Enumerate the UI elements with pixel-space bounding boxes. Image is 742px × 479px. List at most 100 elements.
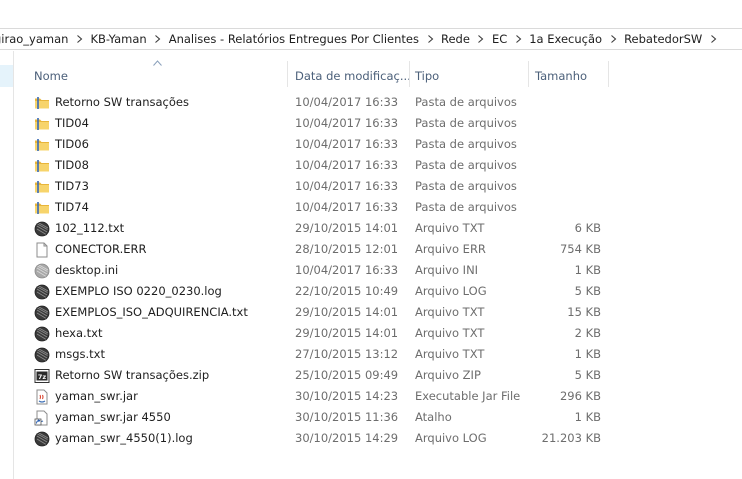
sort-ascending-icon [153,60,162,66]
zip-archive-icon: 7z [34,368,50,384]
file-row[interactable]: desktop.ini 10/04/2017 16:33 Arquivo INI 1 … [14,260,742,281]
file-type: Arquivo ERR [415,242,486,256]
file-size [527,155,601,176]
file-name-cell[interactable]: hexa.txt [34,323,288,344]
chevron-right-icon[interactable] [68,35,90,43]
chevron-right-icon[interactable] [419,35,441,43]
file-date: 10/04/2017 16:33 [295,179,399,193]
window-top-area [0,0,742,28]
dark-disc-icon [34,431,50,447]
breadcrumb-item-label: 1a Execução [529,32,603,46]
column-header-bar: Nome Data de modificaç... Tipo Tamanho [14,51,742,93]
file-name-cell[interactable]: TID74 [34,197,288,218]
breadcrumb-item[interactable]: KB-Yaman [90,29,146,49]
file-size: 6 KB [574,221,601,235]
file-size [527,92,601,113]
file-name: TID08 [55,158,89,172]
column-header-type[interactable]: Tipo [415,66,439,86]
file-type: Pasta de arquivos [415,158,517,172]
file-date: 30/10/2015 11:36 [295,410,399,424]
file-row[interactable]: yaman_swr_4550(1).log 30/10/2015 14:29 Arq… [14,428,742,449]
file-row[interactable]: yaman_swr.jar 30/10/2015 14:23 Executable … [14,386,742,407]
breadcrumb-item[interactable]: 1a Execução [529,29,602,49]
file-name-cell[interactable]: TID06 [34,134,288,155]
column-divider[interactable] [287,61,288,87]
file-name-cell[interactable]: yaman_swr.jar [34,386,288,407]
file-row[interactable]: CONECTOR.ERR 28/10/2015 12:01 Arquivo ERR 7… [14,239,742,260]
column-divider[interactable] [409,61,410,87]
shortcut-icon [34,410,50,426]
file-row[interactable]: EXEMPLOS_ISO_ADQUIRENCIA.txt 29/10/2015 1… [14,302,742,323]
file-row[interactable]: TID04 10/04/2017 16:33 Pasta de arquivos [14,113,742,134]
file-name-cell[interactable]: EXEMPLO ISO 0220_0230.log [34,281,288,302]
file-size: 5 KB [574,284,601,298]
file-name-cell[interactable]: TID73 [34,176,288,197]
file-date: 22/10/2015 10:49 [295,284,399,298]
file-name: 102_112.txt [55,221,125,235]
navigation-pane[interactable] [0,51,14,479]
dark-disc-icon [34,305,50,321]
file-date: 27/10/2015 13:12 [295,347,399,361]
column-header-size[interactable]: Tamanho [535,66,587,86]
file-name-cell[interactable]: 102_112.txt [34,218,288,239]
column-divider[interactable] [608,61,609,87]
column-header-date[interactable]: Data de modificaç... [295,66,411,86]
file-row[interactable]: TID08 10/04/2017 16:33 Pasta de arquivos [14,155,742,176]
blank-file-icon [34,242,50,258]
file-size: 21.203 KB [541,431,601,445]
file-size: 15 KB [567,305,601,319]
file-row[interactable]: TID06 10/04/2017 16:33 Pasta de arquivos [14,134,742,155]
file-name-cell[interactable]: CONECTOR.ERR [34,239,288,260]
breadcrumb-item[interactable]: girao_yaman [0,29,68,49]
file-row[interactable]: msgs.txt 27/10/2015 13:12 Arquivo TXT 1 KB [14,344,742,365]
column-header-name[interactable]: Nome [34,66,68,86]
file-row[interactable]: yaman_swr.jar 4550 30/10/2015 11:36 Atalho… [14,407,742,428]
file-row[interactable]: Retorno SW transações 10/04/2017 16:33 Pas… [14,92,742,113]
file-date: 29/10/2015 14:01 [295,305,399,319]
file-name: yaman_swr_4550(1).log [55,431,193,445]
chevron-right-icon[interactable] [147,35,169,43]
chevron-right-icon[interactable] [702,35,724,43]
breadcrumb-item-label: Rede [441,32,470,46]
chevron-right-icon[interactable] [602,35,624,43]
breadcrumb[interactable]: girao_yaman KB-Yaman Analises - Relatórios… [0,28,742,50]
file-row[interactable]: TID73 10/04/2017 16:33 Pasta de arquivos [14,176,742,197]
file-row[interactable]: 7z Retorno SW transações.zip 25/10/2015 09… [14,365,742,386]
file-name: desktop.ini [55,263,119,277]
file-size [527,176,601,197]
file-type: Arquivo TXT [415,305,485,319]
breadcrumb-item-label: KB-Yaman [90,32,147,46]
file-name-cell[interactable]: yaman_swr_4550(1).log [34,428,288,449]
file-type: Executable Jar File [415,389,521,403]
file-row[interactable]: EXEMPLO ISO 0220_0230.log 22/10/2015 10:4… [14,281,742,302]
file-name-cell[interactable]: 7z Retorno SW transações.zip [34,365,288,386]
file-row[interactable]: 102_112.txt 29/10/2015 14:01 Arquivo TXT 6 … [14,218,742,239]
file-name-cell[interactable]: EXEMPLOS_ISO_ADQUIRENCIA.txt [34,302,288,323]
breadcrumb-item[interactable]: Rede [441,29,470,49]
file-name: Retorno SW transações.zip [55,368,210,382]
breadcrumb-item[interactable]: RebatedorSW [624,29,702,49]
file-name: Retorno SW transações [55,95,189,109]
file-name-cell[interactable]: Retorno SW transações [34,92,288,113]
column-divider[interactable] [528,61,529,87]
breadcrumb-item[interactable]: Analises - Relatórios Entregues Por Clie… [169,29,419,49]
file-name-cell[interactable]: desktop.ini [34,260,288,281]
file-name-cell[interactable]: TID04 [34,113,288,134]
dark-disc-icon [34,347,50,363]
file-name-cell[interactable]: msgs.txt [34,344,288,365]
file-type: Arquivo LOG [415,431,487,445]
file-size [527,197,601,218]
file-name-cell[interactable]: yaman_swr.jar 4550 [34,407,288,428]
file-type: Pasta de arquivos [415,95,517,109]
breadcrumb-item[interactable]: EC [492,29,507,49]
file-type: Pasta de arquivos [415,137,517,151]
navigation-selected-item[interactable] [0,65,13,87]
breadcrumb-item-label: Analises - Relatórios Entregues Por Clie… [168,32,419,46]
file-type: Arquivo TXT [415,221,485,235]
chevron-right-icon[interactable] [470,35,492,43]
file-row[interactable]: hexa.txt 29/10/2015 14:01 Arquivo TXT 2 KB [14,323,742,344]
file-row[interactable]: TID74 10/04/2017 16:33 Pasta de arquivos [14,197,742,218]
file-name-cell[interactable]: TID08 [34,155,288,176]
chevron-right-icon[interactable] [507,35,529,43]
file-type: Arquivo TXT [415,326,485,340]
